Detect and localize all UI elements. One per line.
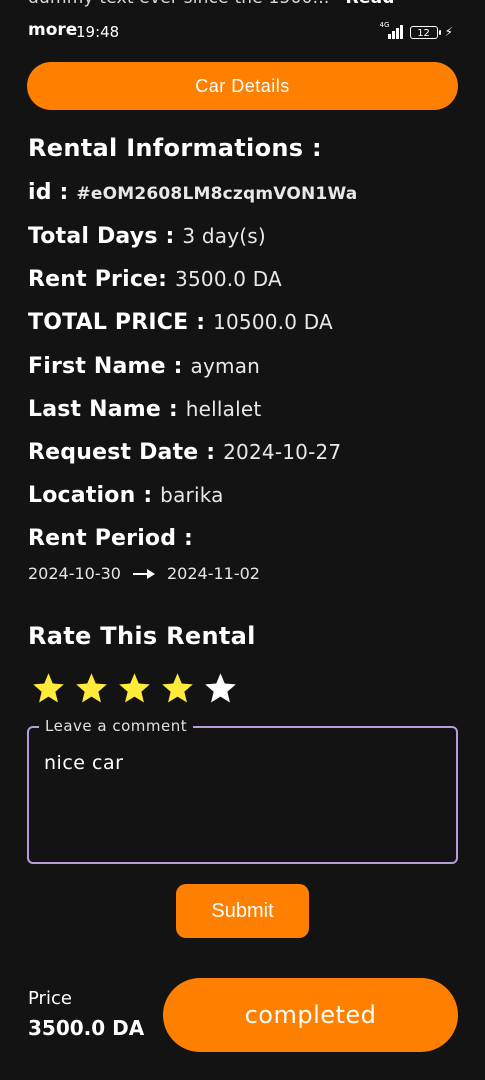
- first-name-value: ayman: [190, 354, 261, 378]
- network-type: 4G: [379, 21, 390, 29]
- location-label: Location :: [28, 483, 153, 508]
- total-price-row: TOTAL PRICE : 10500.0 DA: [28, 310, 333, 335]
- rental-id-value: #eOM2608LM8czqmVON1Wa: [76, 184, 358, 204]
- star-filled-icon[interactable]: [31, 671, 66, 706]
- description-text: dummy text ever since the 1500...: [28, 0, 329, 8]
- star-rating[interactable]: [31, 671, 238, 706]
- total-price-value: 10500.0 DA: [213, 310, 333, 334]
- star-filled-icon[interactable]: [160, 671, 195, 706]
- last-name-row: Last Name : hellalet: [28, 397, 261, 422]
- location-value: barika: [160, 483, 224, 507]
- total-days-value: 3 day(s): [182, 224, 266, 248]
- description-snippet: dummy text ever since the 1500... Read: [28, 0, 468, 8]
- rent-period-dates: 2024-10-30 2024-11-02: [28, 564, 260, 583]
- total-days-label: Total Days :: [28, 224, 175, 249]
- rate-rental-title: Rate This Rental: [28, 622, 256, 650]
- rental-id-row: id : #eOM2608LM8czqmVON1Wa: [28, 180, 357, 205]
- arrow-right-icon: [132, 568, 155, 579]
- battery-icon: 12: [409, 25, 441, 39]
- read-more-link-line2[interactable]: more: [28, 20, 77, 40]
- rent-price-label: Rent Price:: [28, 267, 168, 292]
- star-filled-icon[interactable]: [74, 671, 109, 706]
- request-date-label: Request Date :: [28, 440, 216, 465]
- submit-button[interactable]: Submit: [176, 884, 309, 938]
- star-filled-icon[interactable]: [117, 671, 152, 706]
- rent-price-value: 3500.0 DA: [175, 267, 282, 291]
- request-date-value: 2024-10-27: [223, 440, 342, 464]
- price-label: Price: [28, 988, 72, 1009]
- period-end-date: 2024-11-02: [166, 564, 260, 583]
- rental-id-label: id :: [28, 180, 69, 205]
- charging-icon: ⚡︎: [444, 25, 453, 39]
- location-row: Location : barika: [28, 483, 224, 508]
- car-details-button[interactable]: Car Details: [27, 62, 458, 110]
- request-date-row: Request Date : 2024-10-27: [28, 440, 341, 465]
- total-days-row: Total Days : 3 day(s): [28, 224, 266, 249]
- signal-icon: 4G: [379, 21, 406, 40]
- comment-field-label: Leave a comment: [39, 717, 194, 735]
- status-icons: 4G 12 ⚡︎: [379, 21, 453, 41]
- rental-info-title: Rental Informations :: [28, 134, 322, 162]
- price-value: 3500.0 DA: [28, 1016, 145, 1040]
- rent-period-label: Rent Period :: [28, 526, 194, 551]
- total-price-label: TOTAL PRICE :: [28, 310, 206, 335]
- rent-price-row: Rent Price: 3500.0 DA: [28, 267, 282, 292]
- rental-details-screen: dummy text ever since the 1500... Read m…: [0, 0, 485, 1080]
- read-more-link[interactable]: Read: [346, 0, 395, 8]
- period-start-date: 2024-10-30: [28, 564, 121, 583]
- comment-field[interactable]: Leave a comment nice car: [27, 717, 458, 864]
- last-name-label: Last Name :: [28, 397, 178, 422]
- completed-status-button[interactable]: completed: [163, 978, 458, 1052]
- status-time: 19:48: [76, 23, 120, 41]
- first-name-row: First Name : ayman: [28, 354, 260, 379]
- star-empty-icon[interactable]: [203, 671, 238, 706]
- first-name-label: First Name :: [28, 354, 183, 379]
- rent-period-row: Rent Period :: [28, 526, 193, 551]
- comment-field-value[interactable]: nice car: [44, 752, 123, 774]
- last-name-value: hellalet: [185, 397, 262, 421]
